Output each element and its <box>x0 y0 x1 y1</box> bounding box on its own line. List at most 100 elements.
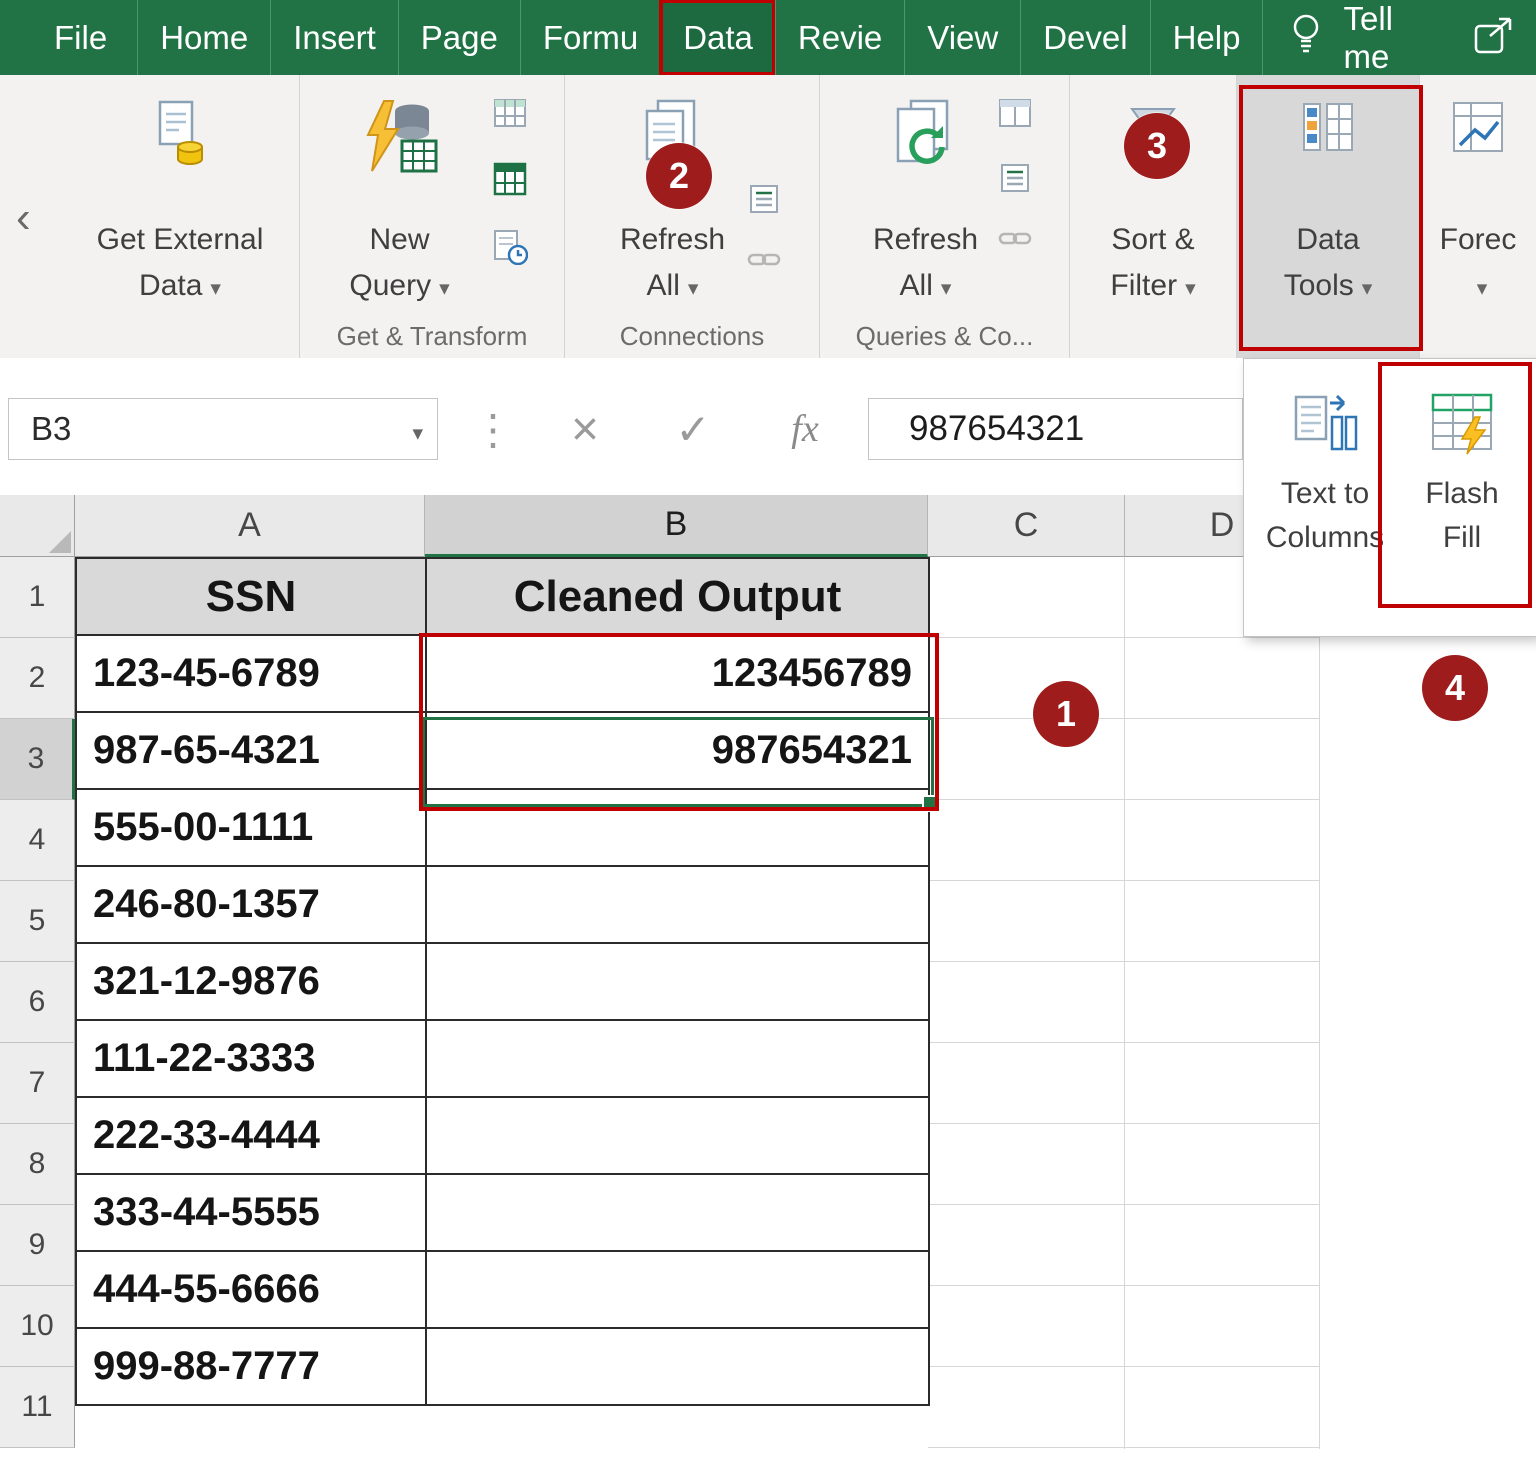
new-query-icon <box>360 93 440 217</box>
properties-list-icon[interactable] <box>748 183 780 220</box>
text-to-columns-button[interactable]: Text to Columns <box>1254 359 1396 636</box>
step-badge-1: 1 <box>1033 681 1099 747</box>
step-badge-3: 3 <box>1124 113 1190 179</box>
get-external-data-button[interactable]: Get External Data <box>80 93 280 312</box>
cell-a4[interactable]: 555-00-1111 <box>76 789 426 866</box>
tab-data[interactable]: Data <box>660 0 775 75</box>
button-label: All <box>900 269 933 302</box>
refresh-all-queries-button[interactable]: Refresh All <box>848 93 1003 312</box>
row-header-9[interactable]: 9 <box>0 1205 75 1286</box>
tab-file[interactable]: File <box>24 0 137 75</box>
cell-b5[interactable] <box>426 866 929 943</box>
select-all-corner[interactable] <box>0 495 75 557</box>
refresh-sheets-icon <box>893 93 959 217</box>
cell-b8[interactable] <box>426 1097 929 1174</box>
connections-small-buttons <box>747 183 781 275</box>
table-row: 321-12-9876 <box>76 943 929 1020</box>
cancel-icon[interactable] <box>550 398 620 460</box>
tab-view[interactable]: View <box>904 0 1020 75</box>
column-header-b[interactable]: B <box>425 495 928 557</box>
cell-b1[interactable]: Cleaned Output <box>426 558 929 635</box>
cell-a10[interactable]: 444-55-6666 <box>76 1251 426 1328</box>
ribbon-group-connections: Refresh All Connections <box>565 75 820 358</box>
button-label: Filter <box>1110 269 1177 302</box>
group-label-connections: Connections <box>565 321 819 352</box>
cell-b9[interactable] <box>426 1174 929 1251</box>
button-label: Refresh <box>873 223 978 256</box>
table-icon[interactable] <box>493 97 527 134</box>
chevron-down-icon <box>1469 269 1488 302</box>
cell-a11[interactable]: 999-88-7777 <box>76 1328 426 1405</box>
cell-b11[interactable] <box>426 1328 929 1405</box>
cell-a3[interactable]: 987-65-4321 <box>76 712 426 789</box>
gridline <box>1319 557 1320 1449</box>
step-badge-4: 4 <box>1422 655 1488 721</box>
tell-me-label: Tell me <box>1343 0 1428 76</box>
share-icon <box>1472 14 1518 61</box>
table-row: 111-22-3333 <box>76 1020 929 1097</box>
table-row: 333-44-5555 <box>76 1174 929 1251</box>
column-header-a[interactable]: A <box>75 495 425 557</box>
text-to-columns-icon <box>1292 391 1358 460</box>
grid-columns-icon[interactable] <box>493 162 527 201</box>
get-transform-small-buttons <box>492 97 528 270</box>
insert-function-icon[interactable]: fx <box>770 398 840 460</box>
share-button[interactable] <box>1454 0 1536 75</box>
row-header-11[interactable]: 11 <box>0 1367 75 1448</box>
tab-review[interactable]: Revie <box>775 0 904 75</box>
formula-input[interactable]: 987654321 <box>868 398 1243 460</box>
enter-icon[interactable] <box>658 398 728 460</box>
tab-page-layout[interactable]: Page <box>398 0 520 75</box>
cell-b6[interactable] <box>426 943 929 1020</box>
link-icon[interactable] <box>747 248 781 275</box>
tab-help[interactable]: Help <box>1150 0 1263 75</box>
ribbon-tab-bar: File Home Insert Page Formu Data Revie V… <box>0 0 1536 75</box>
cell-a9[interactable]: 333-44-5555 <box>76 1174 426 1251</box>
button-label: Refresh <box>620 223 725 256</box>
new-query-button[interactable]: New Query <box>322 93 477 312</box>
queries-small-buttons <box>998 97 1032 254</box>
row-header-2[interactable]: 2 <box>0 638 75 719</box>
cell-b10[interactable] <box>426 1251 929 1328</box>
sheet-clock-icon[interactable] <box>492 229 528 270</box>
cell-a6[interactable]: 321-12-9876 <box>76 943 426 1020</box>
properties-list-icon[interactable] <box>999 162 1031 199</box>
table-row: 222-33-4444 <box>76 1097 929 1174</box>
cell-a7[interactable]: 111-22-3333 <box>76 1020 426 1097</box>
column-header-c[interactable]: C <box>928 495 1125 557</box>
tab-home[interactable]: Home <box>137 0 270 75</box>
table-row: 444-55-6666 <box>76 1251 929 1328</box>
link-icon[interactable] <box>998 227 1032 254</box>
name-box[interactable]: B3 <box>8 398 438 460</box>
tab-formulas[interactable]: Formu <box>520 0 660 75</box>
tell-me[interactable]: Tell me <box>1262 0 1454 75</box>
row-header-4[interactable]: 4 <box>0 800 75 881</box>
group-label-get-transform: Get & Transform <box>300 321 564 352</box>
cell-a1[interactable]: SSN <box>76 558 426 635</box>
cell-b7[interactable] <box>426 1020 929 1097</box>
chevron-down-icon <box>933 269 952 302</box>
row-header-7[interactable]: 7 <box>0 1043 75 1124</box>
tab-developer[interactable]: Devel <box>1020 0 1149 75</box>
forecast-button[interactable]: Forec <box>1428 93 1528 312</box>
tab-insert[interactable]: Insert <box>270 0 398 75</box>
menu-item-label: Columns <box>1266 521 1384 554</box>
cell-a2[interactable]: 123-45-6789 <box>76 635 426 712</box>
row-header-8[interactable]: 8 <box>0 1124 75 1205</box>
database-sheet-icon <box>152 93 208 217</box>
row-header-6[interactable]: 6 <box>0 962 75 1043</box>
ribbon-group-get-external-data: Get External Data <box>60 75 300 358</box>
formula-bar-resize-handle[interactable] <box>472 398 514 460</box>
ribbon-back-icon[interactable] <box>16 193 31 243</box>
button-label: All <box>647 269 680 302</box>
ribbon-group-get-transform: New Query Get & Transform <box>300 75 565 358</box>
window-pane-icon[interactable] <box>998 97 1032 134</box>
row-header-5[interactable]: 5 <box>0 881 75 962</box>
chevron-down-icon <box>202 269 221 302</box>
cell-a8[interactable]: 222-33-4444 <box>76 1097 426 1174</box>
row-header-1[interactable]: 1 <box>0 557 75 638</box>
formula-value: 987654321 <box>909 409 1084 449</box>
cell-a5[interactable]: 246-80-1357 <box>76 866 426 943</box>
row-header-3[interactable]: 3 <box>0 719 75 800</box>
row-header-10[interactable]: 10 <box>0 1286 75 1367</box>
